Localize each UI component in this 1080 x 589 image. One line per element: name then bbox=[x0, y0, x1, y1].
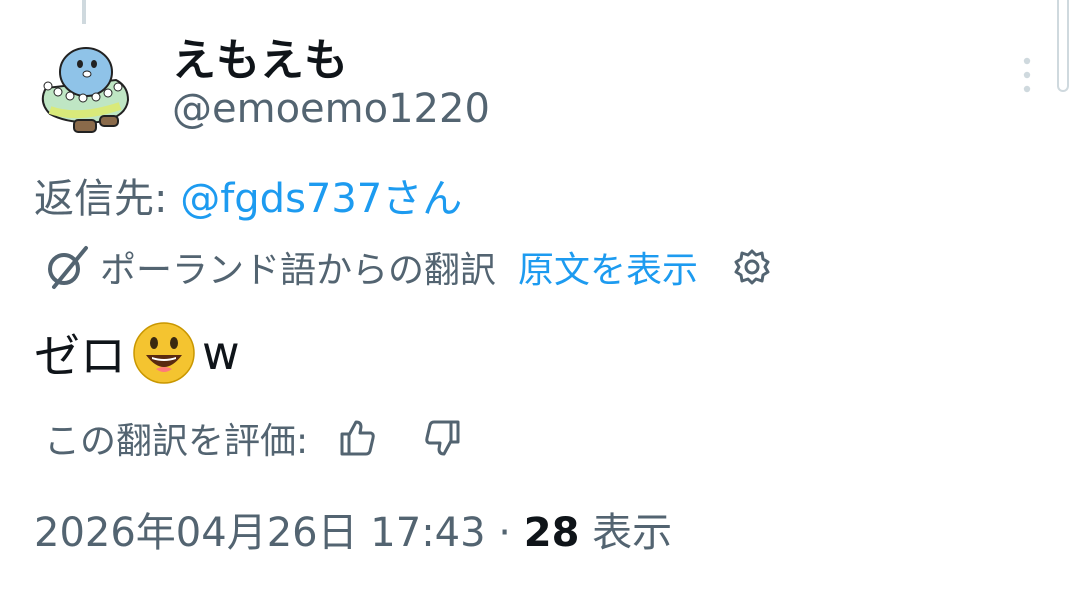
thumbs-down-icon[interactable] bbox=[422, 418, 462, 458]
translate-globe-icon bbox=[48, 246, 88, 289]
scrollbar[interactable] bbox=[1057, 0, 1069, 92]
reply-prefix: 返信先: bbox=[34, 176, 181, 222]
views-label: 表示 bbox=[579, 510, 673, 556]
author-handle[interactable]: @emoemo1220 bbox=[172, 86, 490, 132]
tweet-text-part: w bbox=[202, 326, 240, 380]
views-count: 28 bbox=[523, 510, 580, 556]
thread-connector-line bbox=[82, 0, 86, 24]
more-options-icon[interactable] bbox=[1015, 55, 1039, 95]
tweet-body: ゼロ w bbox=[34, 318, 240, 388]
translation-label: ポーランド語からの翻訳 bbox=[100, 250, 497, 291]
translation-bar: ポーランド語からの翻訳 原文を表示 bbox=[42, 240, 772, 294]
tweet-meta: 2026年04月26日 17:43 · 28 表示 bbox=[34, 500, 672, 558]
avatar[interactable] bbox=[28, 40, 138, 140]
tweet-text-part: ゼロ bbox=[34, 329, 126, 383]
show-original-link[interactable]: 原文を表示 bbox=[518, 241, 698, 293]
author-display-name[interactable]: えもえも bbox=[172, 24, 348, 88]
timestamp[interactable]: 2026年04月26日 17:43 bbox=[34, 510, 486, 556]
gear-icon[interactable] bbox=[732, 247, 772, 287]
rate-translation: この翻訳を評価: bbox=[44, 412, 462, 464]
rate-translation-label: この翻訳を評価: bbox=[44, 421, 309, 462]
grinning-face-emoji bbox=[133, 322, 195, 384]
reply-mention-link[interactable]: @fgds737さん bbox=[180, 176, 462, 222]
replying-to: 返信先: @fgds737さん bbox=[34, 166, 462, 224]
tweet-detail: えもえも @emoemo1220 返信先: @fgds737さん ポーランド語か… bbox=[0, 0, 1080, 589]
thumbs-up-icon[interactable] bbox=[338, 418, 378, 458]
meta-separator: · bbox=[485, 510, 524, 556]
